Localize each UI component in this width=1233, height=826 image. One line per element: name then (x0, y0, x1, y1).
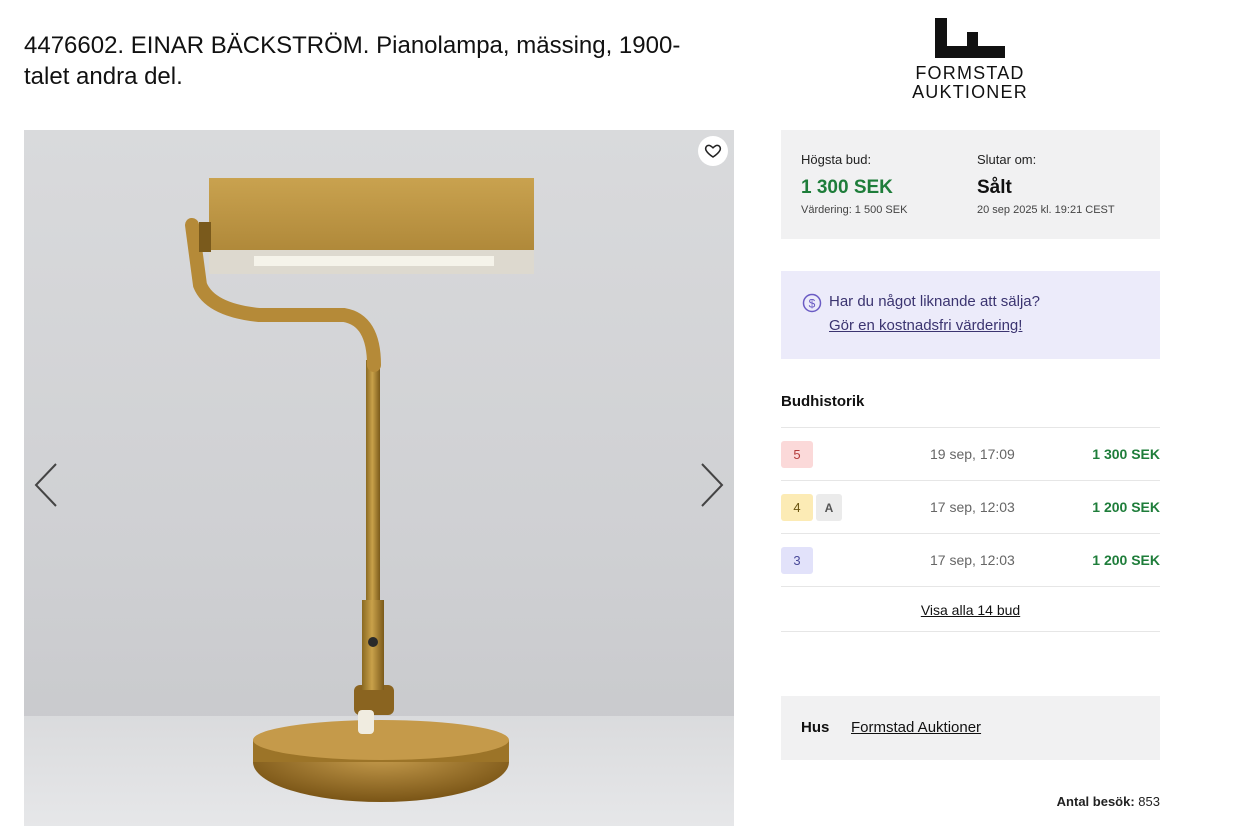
ends-value: Sålt (977, 177, 1012, 198)
previous-image-button[interactable] (32, 460, 62, 510)
heart-icon (704, 144, 722, 158)
valuation-text: Värdering: 1 500 SEK (801, 204, 908, 216)
bid-history-row: 5 19 sep, 17:09 1 300 SEK (781, 427, 1160, 480)
lot-title: 4476602. EINAR BÄCKSTRÖM. Pianolampa, mä… (24, 32, 681, 90)
logo-text-line1: FORMSTAD (915, 63, 1025, 83)
chevron-left-icon (34, 463, 57, 507)
bid-amount: 1 200 SEK (1092, 552, 1160, 568)
auto-bid-badge: A (816, 494, 842, 521)
highest-bid-value: 1 300 SEK (801, 177, 893, 198)
chevron-right-icon (701, 463, 724, 507)
house-label: Hus (801, 719, 830, 736)
bid-history-list: 5 19 sep, 17:09 1 300 SEK 4 A 17 sep, 12… (781, 427, 1160, 632)
dollar-circle-icon: $ (802, 293, 822, 313)
logo-mark (935, 18, 1005, 58)
auction-house-link[interactable]: Formstad Auktioner (851, 719, 981, 736)
next-image-button[interactable] (696, 460, 726, 510)
product-image-lamp (185, 178, 534, 802)
show-all-bids-link[interactable]: Visa alla 14 bud (921, 602, 1020, 618)
bid-time: 19 sep, 17:09 (930, 446, 1015, 462)
formstad-logo[interactable]: FORMSTAD AUKTIONER (905, 16, 1035, 106)
ends-date: 20 sep 2025 kl. 19:21 CEST (977, 204, 1115, 216)
logo-text-line2: AUKTIONER (912, 82, 1028, 102)
image-gallery[interactable] (24, 130, 734, 826)
bid-time: 17 sep, 12:03 (930, 552, 1015, 568)
highest-bid-section: Högsta bud: 1 300 SEK Värdering: 1 500 S… (801, 152, 907, 216)
bid-history-row: 4 A 17 sep, 12:03 1 200 SEK (781, 480, 1160, 533)
bid-history-title: Budhistorik (781, 393, 865, 410)
ends-label: Slutar om: (977, 152, 1037, 167)
show-all-bids-row: Visa alla 14 bud (781, 586, 1160, 632)
bid-time: 17 sep, 12:03 (930, 499, 1015, 515)
visit-counter: Antal besök: 853 (1057, 794, 1160, 809)
svg-text:$: $ (809, 297, 816, 311)
sell-question: Har du något liknande att sälja? (829, 293, 1040, 310)
visits-count: 853 (1138, 794, 1160, 809)
favorite-button[interactable] (698, 136, 728, 166)
bidder-badge: 3 (781, 547, 813, 574)
bid-amount: 1 300 SEK (1092, 446, 1160, 462)
bidder-badge: 5 (781, 441, 813, 468)
visits-label: Antal besök: (1056, 794, 1135, 809)
bid-summary-card: Högsta bud: 1 300 SEK Värdering: 1 500 S… (781, 130, 1160, 239)
auction-house-card: Hus Formstad Auktioner (781, 696, 1160, 760)
ends-section: Slutar om: Sålt 20 sep 2025 kl. 19:21 CE… (977, 152, 1115, 216)
bid-amount: 1 200 SEK (1092, 499, 1160, 515)
free-valuation-link[interactable]: Gör en kostnadsfri värdering! (829, 317, 1022, 334)
bid-history-row: 3 17 sep, 12:03 1 200 SEK (781, 533, 1160, 586)
sell-promo-card: $ Har du något liknande att sälja? Gör e… (781, 271, 1160, 359)
highest-bid-label: Högsta bud: (801, 152, 872, 167)
bidder-badge: 4 (781, 494, 813, 521)
